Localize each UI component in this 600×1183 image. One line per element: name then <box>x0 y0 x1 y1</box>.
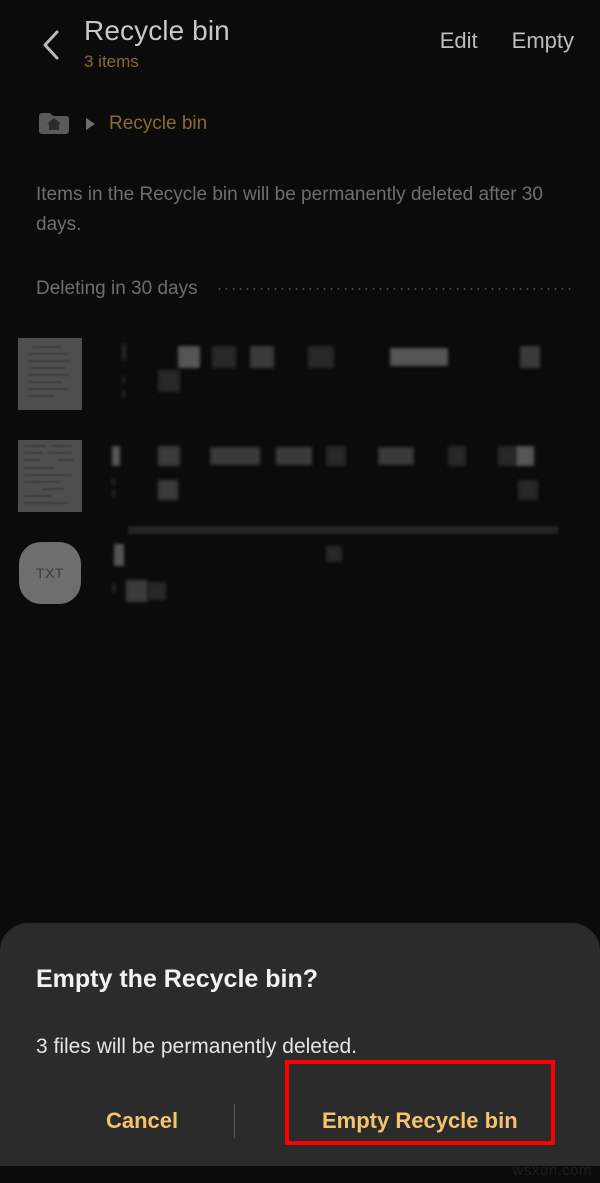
dotted-divider <box>215 288 571 290</box>
thumbnail-wrapper <box>0 332 100 410</box>
page-title: Recycle bin <box>84 15 230 46</box>
chevron-left-icon <box>43 30 59 60</box>
title-block: Recycle bin 3 items <box>84 14 230 74</box>
redacted-filename <box>100 536 600 632</box>
empty-recycle-bin-button[interactable]: Empty Recycle bin <box>304 1096 536 1146</box>
breadcrumb-home-button[interactable] <box>36 109 72 139</box>
txt-file-icon: TXT <box>19 542 81 604</box>
dialog-message: 3 files will be permanently deleted. <box>36 1035 358 1058</box>
document-thumbnail <box>18 338 82 410</box>
dialog-actions: Cancel Empty Recycle bin <box>0 1074 600 1166</box>
thumbnail-wrapper <box>0 434 100 512</box>
document-thumbnail <box>18 440 82 512</box>
redacted-filename <box>100 332 600 428</box>
back-button[interactable] <box>28 22 74 68</box>
confirm-dialog: Empty the Recycle bin? 3 files will be p… <box>0 923 600 1166</box>
item-count: 3 items <box>84 52 139 71</box>
triangle-right-icon <box>86 118 95 130</box>
breadcrumb-current[interactable]: Recycle bin <box>109 113 207 135</box>
list-item[interactable] <box>0 428 600 534</box>
section-header: Deleting in 30 days <box>36 278 571 300</box>
thumbnail-wrapper: TXT <box>0 536 100 604</box>
breadcrumb: Recycle bin <box>36 104 207 144</box>
list-item[interactable] <box>0 326 600 428</box>
cancel-button[interactable]: Cancel <box>88 1096 196 1146</box>
app-header: Recycle bin 3 items Edit Empty <box>0 0 600 92</box>
watermark: wsxdn.com <box>512 1162 592 1179</box>
edit-button[interactable]: Edit <box>436 26 482 56</box>
list-item[interactable]: TXT <box>0 530 600 632</box>
header-actions: Edit Empty <box>436 26 578 56</box>
empty-button[interactable]: Empty <box>508 26 578 56</box>
button-divider <box>234 1104 235 1138</box>
recycle-bin-screen: Recycle bin 3 items Edit Empty Recycle b… <box>0 0 600 1183</box>
redacted-filename <box>100 434 600 530</box>
retention-notice: Items in the Recycle bin will be permane… <box>36 184 543 235</box>
dialog-title: Empty the Recycle bin? <box>36 965 319 993</box>
section-label: Deleting in 30 days <box>36 278 198 299</box>
home-folder-icon <box>39 113 69 134</box>
file-list: TXT <box>0 326 600 632</box>
